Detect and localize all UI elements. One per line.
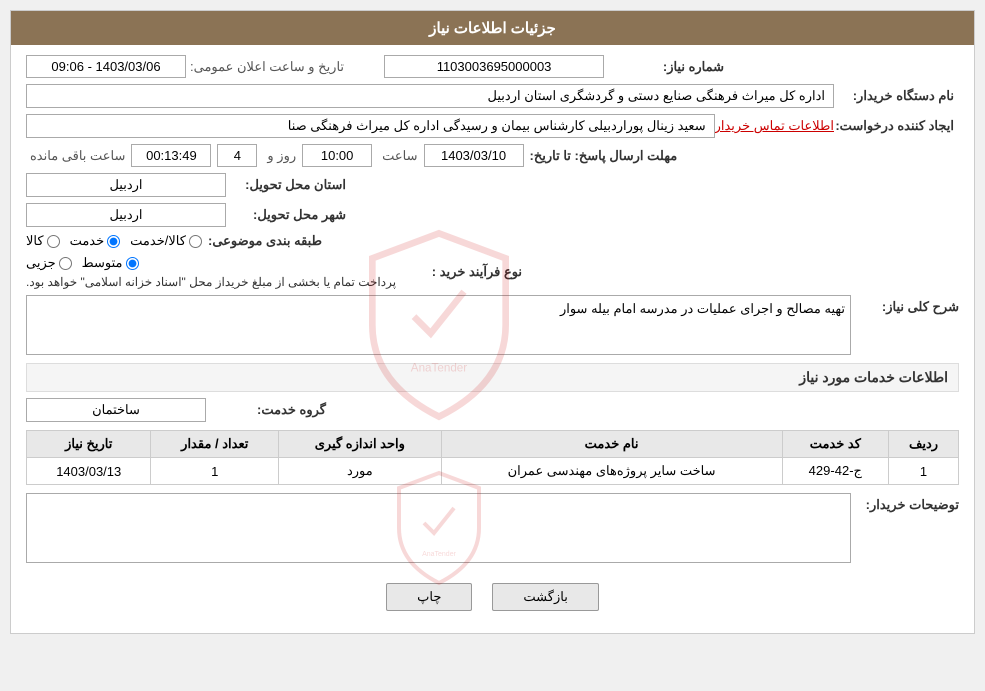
radio-motavaset: متوسط [82,255,139,271]
khadamat-section-header: اطلاعات خدمات مورد نیاز [26,363,959,392]
nam-dasgah-label: نام دستگاه خریدار: [834,88,954,104]
radio-kala-input[interactable] [47,235,60,248]
sharh-koli-section: شرح کلی نیاز: AnaTender تهیه مصالح و اجر… [26,295,959,355]
sharh-koli-value: تهیه مصالح و اجرای عملیات در مدرسه امام … [560,301,845,316]
ijad-konande-label: ایجاد کننده درخواست: [834,118,954,134]
radio-kala-khadamat-input[interactable] [189,235,202,248]
saat-value: 10:00 [302,144,372,167]
grooh-khadamat-value: ساختمان [26,398,206,422]
col-tedad: تعداد / مقدار [151,431,279,458]
col-radif: ردیف [889,431,959,458]
radio-jazyi-input[interactable] [59,257,72,270]
nam-dasgah-value: اداره کل میراث فرهنگی صنایع دستی و گردشگ… [26,84,834,108]
radio-khadamat-input[interactable] [107,235,120,248]
tarikh-elan-label: تاریخ و ساعت اعلان عمومی: [190,59,344,75]
khadamat-table-section: ردیف کد خدمت نام خدمت واحد اندازه گیری ت… [26,430,959,485]
cell-tedad: 1 [151,458,279,485]
ostan-tahvil-row: استان محل تحویل: اردبیل [26,173,959,197]
shomare-niaz-label: شماره نیاز: [604,59,724,75]
radio-kala-khadamat-label: کالا/خدمت [130,233,186,249]
buttons-row: بازگشت چاپ [26,571,959,623]
shahr-tahvil-value: اردبیل [26,203,226,227]
cell-namKhadamat: ساخت سایر پروژه‌های مهندسی عمران [441,458,782,485]
tarikh-value: 1403/03/10 [424,144,524,167]
mohlat-row: مهلت ارسال پاسخ: تا تاریخ: 1403/03/10 سا… [26,144,959,167]
radio-jazyi: جزیی [26,255,72,271]
radio-motavaset-label: متوسط [82,255,123,271]
shahr-tahvil-row: شهر محل تحویل: اردبیل [26,203,959,227]
watermark-logo-2: AnaTender [379,468,499,588]
radio-jazyi-label: جزیی [26,255,56,271]
radio-khadamat: خدمت [70,233,121,249]
baghimande-value: 00:13:49 [131,144,211,167]
cell-kodKhadamat: ج-42-429 [782,458,888,485]
rooz-label: روز و [267,148,296,164]
ijad-konande-row: ایجاد کننده درخواست: اطلاعات تماس خریدار… [26,114,959,138]
cell-vahed: مورد [279,458,441,485]
tabghe-bandi-row: طبقه بندی موضوعی: کالا/خدمت خدمت کالا [26,233,959,249]
radio-motavaset-input[interactable] [126,257,139,270]
col-vahed: واحد اندازه گیری [279,431,441,458]
tozihat-label: توضیحات خریدار: [859,493,959,513]
radio-kala: کالا [26,233,60,249]
cell-radif: 1 [889,458,959,485]
sharh-koli-box: AnaTender تهیه مصالح و اجرای عملیات در م… [26,295,851,355]
ostan-tahvil-label: استان محل تحویل: [226,177,346,193]
header-bar: جزئیات اطلاعات نیاز [11,11,974,45]
page-wrapper: جزئیات اطلاعات نیاز شماره نیاز: 11030036… [0,0,985,691]
header-title: جزئیات اطلاعات نیاز [429,20,556,37]
shahr-tahvil-label: شهر محل تحویل: [226,207,346,223]
ijad-konande-link[interactable]: اطلاعات تماس خریدار [715,118,834,134]
table-header-row: ردیف کد خدمت نام خدمت واحد اندازه گیری ت… [27,431,959,458]
table-row: 1ج-42-429ساخت سایر پروژه‌های مهندسی عمرا… [27,458,959,485]
grooh-khadamat-label: گروه خدمت: [206,402,326,418]
nove-faraind-group: متوسط جزیی [26,255,139,271]
sharh-koli-label: شرح کلی نیاز: [859,295,959,315]
nove-faraind-label: نوع فرآیند خرید : [402,264,522,280]
tabghe-bandi-group: کالا/خدمت خدمت کالا [26,233,202,249]
tarikh-elan-value: 1403/03/06 - 09:06 [26,55,186,78]
cell-tarikh: 1403/03/13 [27,458,151,485]
nove-faraind-row: نوع فرآیند خرید : متوسط جزیی پرداخت تمام… [26,255,959,289]
shomare-niaz-value: 1103003695000003 [384,55,604,78]
col-tarikh: تاریخ نیاز [27,431,151,458]
khadamat-table: ردیف کد خدمت نام خدمت واحد اندازه گیری ت… [26,430,959,485]
rooz-value: 4 [217,144,257,167]
radio-kala-khadamat: کالا/خدمت [130,233,202,249]
baghimande-label: ساعت باقی مانده [30,148,125,164]
tozihat-row: توضیحات خریدار: AnaTender [26,493,959,563]
shomare-niaz-row: شماره نیاز: 1103003695000003 تاریخ و ساع… [26,55,959,78]
ijad-konande-value: سعید زینال پوراردبیلی کارشناس بیمان و رس… [26,114,715,138]
col-nam: نام خدمت [441,431,782,458]
chap-button[interactable]: چاپ [386,583,472,611]
grooh-khadamat-row: گروه خدمت: ساختمان [26,398,959,422]
nove-faraind-note: پرداخت تمام یا بخشی از مبلغ خریداز محل "… [26,275,396,289]
content-area: شماره نیاز: 1103003695000003 تاریخ و ساع… [11,45,974,633]
ostan-tahvil-value: اردبیل [26,173,226,197]
tozihat-box: AnaTender [26,493,851,563]
radio-kala-label: کالا [26,233,44,249]
nam-dasgah-row: نام دستگاه خریدار: اداره کل میراث فرهنگی… [26,84,959,108]
col-kod: کد خدمت [782,431,888,458]
saat-label: ساعت [382,148,417,164]
mohlat-label: مهلت ارسال پاسخ: تا تاریخ: [530,148,678,164]
bazgasht-button[interactable]: بازگشت [492,583,598,611]
tabghe-bandi-label: طبقه بندی موضوعی: [202,233,322,249]
main-container: جزئیات اطلاعات نیاز شماره نیاز: 11030036… [10,10,975,634]
svg-text:AnaTender: AnaTender [422,551,457,558]
radio-khadamat-label: خدمت [70,233,105,249]
